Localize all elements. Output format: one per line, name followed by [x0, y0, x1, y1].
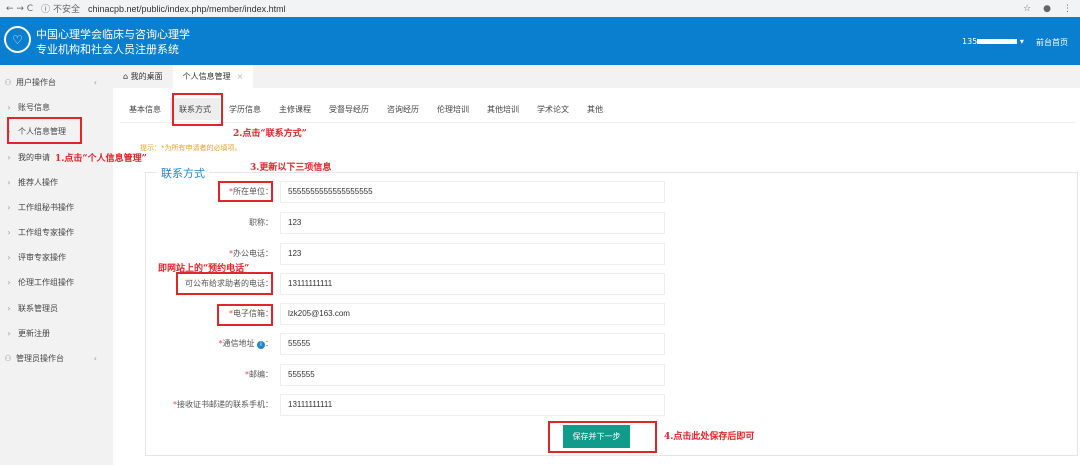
browser-bar: ← → C ⓘ 不安全 chinacpb.net/public/index.ph…: [0, 0, 1080, 17]
subtab-courses[interactable]: 主修课程: [270, 98, 320, 120]
organization-input[interactable]: 5555555555555555555: [280, 181, 665, 203]
field-certificate-phone: *接收证书邮递的联系手机： 13111111111: [145, 394, 675, 416]
sidebar-item-referee[interactable]: › 推荐人操作: [0, 172, 113, 192]
office-phone-input[interactable]: 123: [280, 243, 665, 265]
subtab-other-training[interactable]: 其他培训: [478, 98, 528, 120]
title-input[interactable]: 123: [280, 212, 665, 234]
required-hint: 提示：*为所有申请者的必填项。: [140, 144, 242, 152]
certificate-phone-input[interactable]: 13111111111: [280, 394, 665, 416]
highlight-box: [218, 181, 273, 202]
annotation-step2: 2.点击“联系方式”: [233, 129, 307, 139]
address-bar[interactable]: chinacpb.net/public/index.php/member/ind…: [88, 4, 286, 14]
postcode-input[interactable]: 555555: [280, 364, 665, 386]
sidebar-item-expert[interactable]: › 工作组专家操作: [0, 222, 113, 242]
annotation-step4: 4.点击此处保存后即可: [664, 432, 755, 442]
subtab-ethics-training[interactable]: 伦理培训: [428, 98, 478, 120]
site-title: 中国心理学会临床与咨询心理学: [36, 28, 190, 41]
account-icon[interactable]: ●: [1043, 4, 1051, 14]
home-link[interactable]: 前台首页: [1036, 37, 1068, 48]
section-title: 联系方式: [157, 165, 209, 181]
masked-phone: [977, 39, 1018, 44]
subtab-supervision[interactable]: 受督导经历: [320, 98, 378, 120]
tab-personal-info[interactable]: 个人信息管理 ×: [172, 65, 254, 88]
site-subtitle: 专业机构和社会人员注册系统: [36, 43, 179, 56]
sidebar-item-contact-admin[interactable]: › 联系管理员: [0, 298, 113, 318]
sidebar-group-admin[interactable]: ⚇ 管理员操作台 ‹: [0, 348, 113, 368]
sidebar-group-user[interactable]: ⚇ 用户操作台 ‹: [0, 72, 113, 92]
highlight-box: [217, 304, 273, 326]
close-icon[interactable]: ×: [237, 72, 244, 81]
user-icon: ⚇: [4, 77, 12, 87]
public-phone-input[interactable]: 13111111111: [280, 273, 665, 295]
app-header: ♡ 中国心理学会临床与咨询心理学 专业机构和社会人员注册系统 135 ▾ 前台首…: [0, 17, 1080, 65]
highlight-box: [548, 421, 657, 453]
nav-buttons[interactable]: ← → C: [6, 4, 33, 14]
admin-icon: ⚇: [4, 353, 12, 363]
sidebar-item-renew[interactable]: › 更新注册: [0, 323, 113, 343]
highlight-box: [7, 117, 82, 144]
page-tabs: ⌂ 我的桌面 个人信息管理 ×: [113, 65, 1080, 88]
field-address: *通信地址 i： 55555: [145, 333, 675, 355]
security-indicator[interactable]: ⓘ 不安全: [41, 2, 80, 15]
highlight-box: [172, 93, 223, 126]
field-postcode: *邮编： 555555: [145, 364, 675, 386]
subtab-papers[interactable]: 学术论文: [528, 98, 578, 120]
sidebar-item-ethics[interactable]: › 伦理工作组操作: [0, 272, 113, 292]
home-icon: ⌂: [123, 72, 131, 81]
sidebar-item-account[interactable]: › 账号信息: [0, 97, 113, 117]
info-icon[interactable]: i: [257, 341, 265, 349]
field-title: 职称： 123: [145, 212, 675, 234]
subtab-other[interactable]: 其他: [578, 98, 612, 120]
annotation-step3: 3.更新以下三项信息: [250, 163, 332, 173]
highlight-box: [176, 272, 273, 295]
star-icon[interactable]: ☆: [1023, 4, 1031, 14]
address-input[interactable]: 55555: [280, 333, 665, 355]
subtab-consulting[interactable]: 咨询经历: [378, 98, 428, 120]
email-input[interactable]: lzk205@163.com: [280, 303, 665, 325]
caret-down-icon: ▾: [1019, 37, 1024, 46]
chevron-left-icon: ‹: [93, 77, 97, 87]
menu-icon[interactable]: ⋮: [1063, 4, 1072, 14]
tab-desk[interactable]: ⌂ 我的桌面: [113, 65, 173, 88]
annotation-phone-note: 即网站上的“预约电话”: [158, 264, 250, 274]
subtab-education[interactable]: 学历信息: [220, 98, 270, 120]
sidebar-item-reviewer[interactable]: › 评审专家操作: [0, 247, 113, 267]
subtab-basic[interactable]: 基本信息: [120, 98, 170, 120]
sub-tabs: 基本信息 联系方式 学历信息 主修课程 受督导经历 咨询经历 伦理培训 其他培训…: [120, 98, 1075, 123]
annotation-step1: 1.点击“个人信息管理”: [55, 154, 147, 164]
chevron-left-icon: ‹: [93, 353, 97, 363]
logo-icon: ♡: [4, 26, 31, 53]
sidebar-item-secretary[interactable]: › 工作组秘书操作: [0, 197, 113, 217]
user-menu[interactable]: 135 ▾: [962, 37, 1024, 46]
